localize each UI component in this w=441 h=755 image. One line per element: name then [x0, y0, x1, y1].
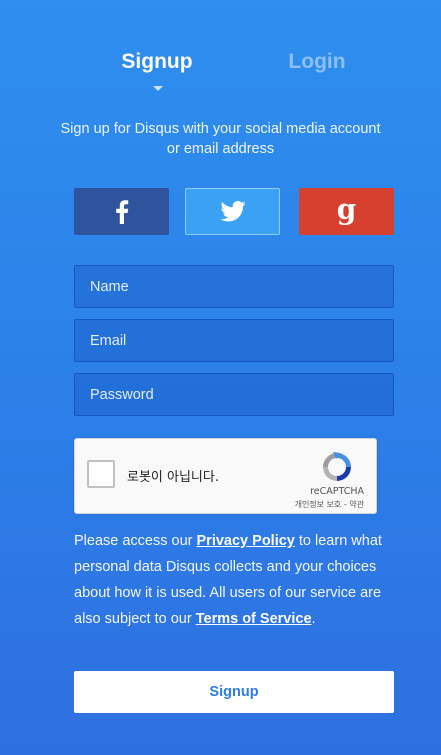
- recaptcha-label: 로봇이 아닙니다.: [127, 470, 219, 485]
- terms-of-service-link[interactable]: Terms of Service: [196, 611, 312, 627]
- twitter-signup-button[interactable]: [185, 188, 280, 235]
- google-icon: g: [336, 192, 357, 226]
- privacy-policy-link[interactable]: Privacy Policy: [197, 533, 295, 549]
- privacy-notice: Please access our Privacy Policy to lear…: [74, 528, 384, 632]
- google-signup-button[interactable]: g: [299, 188, 394, 235]
- active-tab-caret-icon: [153, 86, 163, 91]
- facebook-icon: [115, 199, 128, 224]
- twitter-icon: [219, 201, 246, 222]
- signup-subtitle: Sign up for Disqus with your social medi…: [60, 121, 381, 157]
- recaptcha-links: 개인정보 보호 - 약관: [295, 499, 364, 510]
- tab-signup[interactable]: Signup: [87, 50, 227, 74]
- recaptcha-logo-icon: [323, 452, 351, 481]
- privacy-text-3: .: [311, 611, 316, 627]
- password-field[interactable]: [74, 373, 394, 416]
- facebook-signup-button[interactable]: [74, 188, 169, 235]
- recaptcha-privacy-link[interactable]: 개인정보 보호: [295, 500, 342, 509]
- privacy-text-1: Please access our: [74, 533, 197, 549]
- name-field[interactable]: [74, 265, 394, 308]
- tab-login[interactable]: Login: [247, 50, 387, 74]
- auth-tabs: Signup Login: [0, 50, 441, 100]
- recaptcha-brand: reCAPTCHA: [310, 486, 364, 497]
- email-field[interactable]: [74, 319, 394, 362]
- recaptcha-terms-link[interactable]: 약관: [349, 500, 364, 509]
- recaptcha-checkbox[interactable]: [87, 460, 115, 488]
- signup-submit-button[interactable]: Signup: [74, 671, 394, 713]
- recaptcha-widget: 로봇이 아닙니다. reCAPTCHA 개인정보 보호 - 약관: [74, 438, 377, 514]
